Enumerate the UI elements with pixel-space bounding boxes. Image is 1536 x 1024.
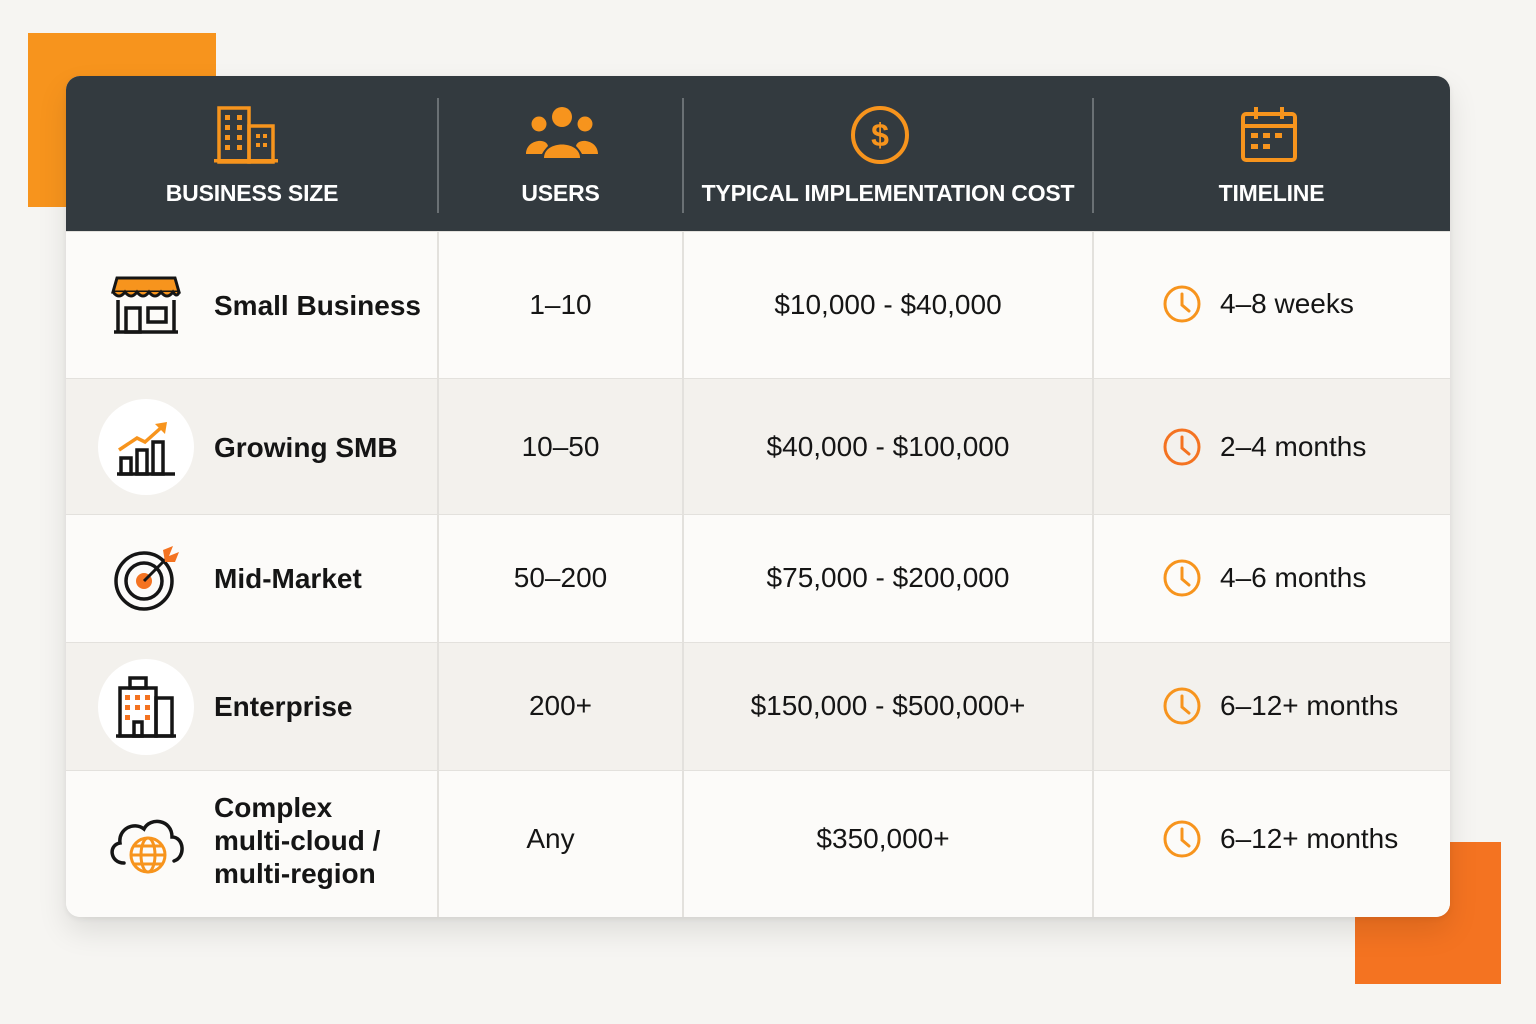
svg-text:$: $: [871, 117, 889, 153]
timeline-cell: 2–4 months: [1162, 427, 1366, 467]
table-row: Small Business 1–10 $10,000 - $40,000 4–…: [66, 231, 1450, 378]
table-header: BUSINESS SIZE USERS $ TYPICAL IMPLEMENTA…: [66, 76, 1450, 231]
timeline-cell: 6–12+ months: [1162, 686, 1398, 726]
dollar-coin-icon: $: [851, 106, 909, 164]
cost-value: $75,000 - $200,000: [766, 562, 1010, 593]
business-size-name: Enterprise: [214, 691, 353, 722]
timeline-value: 2–4 months: [1220, 431, 1367, 462]
growth-chart-icon: [98, 399, 194, 495]
storefront-icon: [98, 257, 194, 353]
clock-icon: [1163, 820, 1201, 858]
clock-icon: [1163, 559, 1201, 597]
clock-icon: [1163, 285, 1201, 323]
header-timeline: TIMELINE: [1093, 76, 1450, 231]
business-size-name: Growing SMB: [214, 432, 398, 463]
name-line: Complex: [214, 792, 333, 823]
name-line: multi-cloud /: [214, 825, 381, 856]
cost-value: $40,000 - $100,000: [766, 431, 1010, 462]
timeline-cell: 4–6 months: [1162, 558, 1366, 598]
clock-icon: [1163, 428, 1201, 466]
table-row: Complex multi-cloud / multi-region Any $…: [66, 770, 1450, 917]
header-users: USERS: [438, 76, 683, 231]
header-users-label: USERS: [521, 180, 600, 206]
table-row: Growing SMB 10–50 $40,000 - $100,000 2–4…: [66, 378, 1450, 514]
header-timeline-label: TIMELINE: [1218, 180, 1325, 206]
cost-value: $10,000 - $40,000: [774, 289, 1002, 320]
header-business-size-label: BUSINESS SIZE: [165, 180, 339, 206]
users-value: 200+: [528, 690, 593, 721]
cost-value: $350,000+: [816, 823, 950, 854]
header-business-size: BUSINESS SIZE: [66, 76, 438, 231]
column-divider: [1092, 231, 1094, 917]
column-divider: [437, 231, 439, 917]
buildings-icon: [214, 106, 278, 164]
timeline-value: 6–12+ months: [1220, 823, 1399, 854]
timeline-cell: 6–12+ months: [1162, 819, 1398, 859]
cloud-globe-icon: [98, 795, 194, 891]
calendar-icon: [1241, 107, 1297, 162]
office-building-icon: [98, 659, 194, 755]
cost-value: $150,000 - $500,000+: [750, 690, 1026, 721]
users-value: Any: [526, 823, 575, 854]
business-size-name: Mid-Market: [214, 563, 362, 594]
table-row: Enterprise 200+ $150,000 - $500,000+ 6–1…: [66, 642, 1450, 770]
business-size-name: Small Business: [214, 290, 421, 321]
target-icon: [98, 531, 194, 627]
timeline-cell: 4–8 weeks: [1162, 284, 1354, 324]
column-divider: [682, 231, 684, 917]
business-size-name-multiline: Complex multi-cloud / multi-region: [214, 791, 380, 890]
header-cost: $ TYPICAL IMPLEMENTATION COST: [683, 76, 1093, 231]
users-value: 1–10: [529, 289, 592, 320]
name-line: multi-region: [214, 858, 376, 889]
table-row: Mid-Market 50–200 $75,000 - $200,000 4–6…: [66, 514, 1450, 642]
users-value: 50–200: [513, 562, 608, 593]
pricing-table: BUSINESS SIZE USERS $ TYPICAL IMPLEMENTA…: [66, 76, 1450, 917]
users-group-icon: [526, 107, 598, 158]
clock-icon: [1163, 687, 1201, 725]
timeline-value: 4–8 weeks: [1220, 288, 1354, 319]
users-value: 10–50: [521, 431, 600, 462]
timeline-value: 4–6 months: [1220, 562, 1367, 593]
header-cost-label: TYPICAL IMPLEMENTATION COST: [701, 180, 1075, 206]
timeline-value: 6–12+ months: [1220, 690, 1399, 721]
